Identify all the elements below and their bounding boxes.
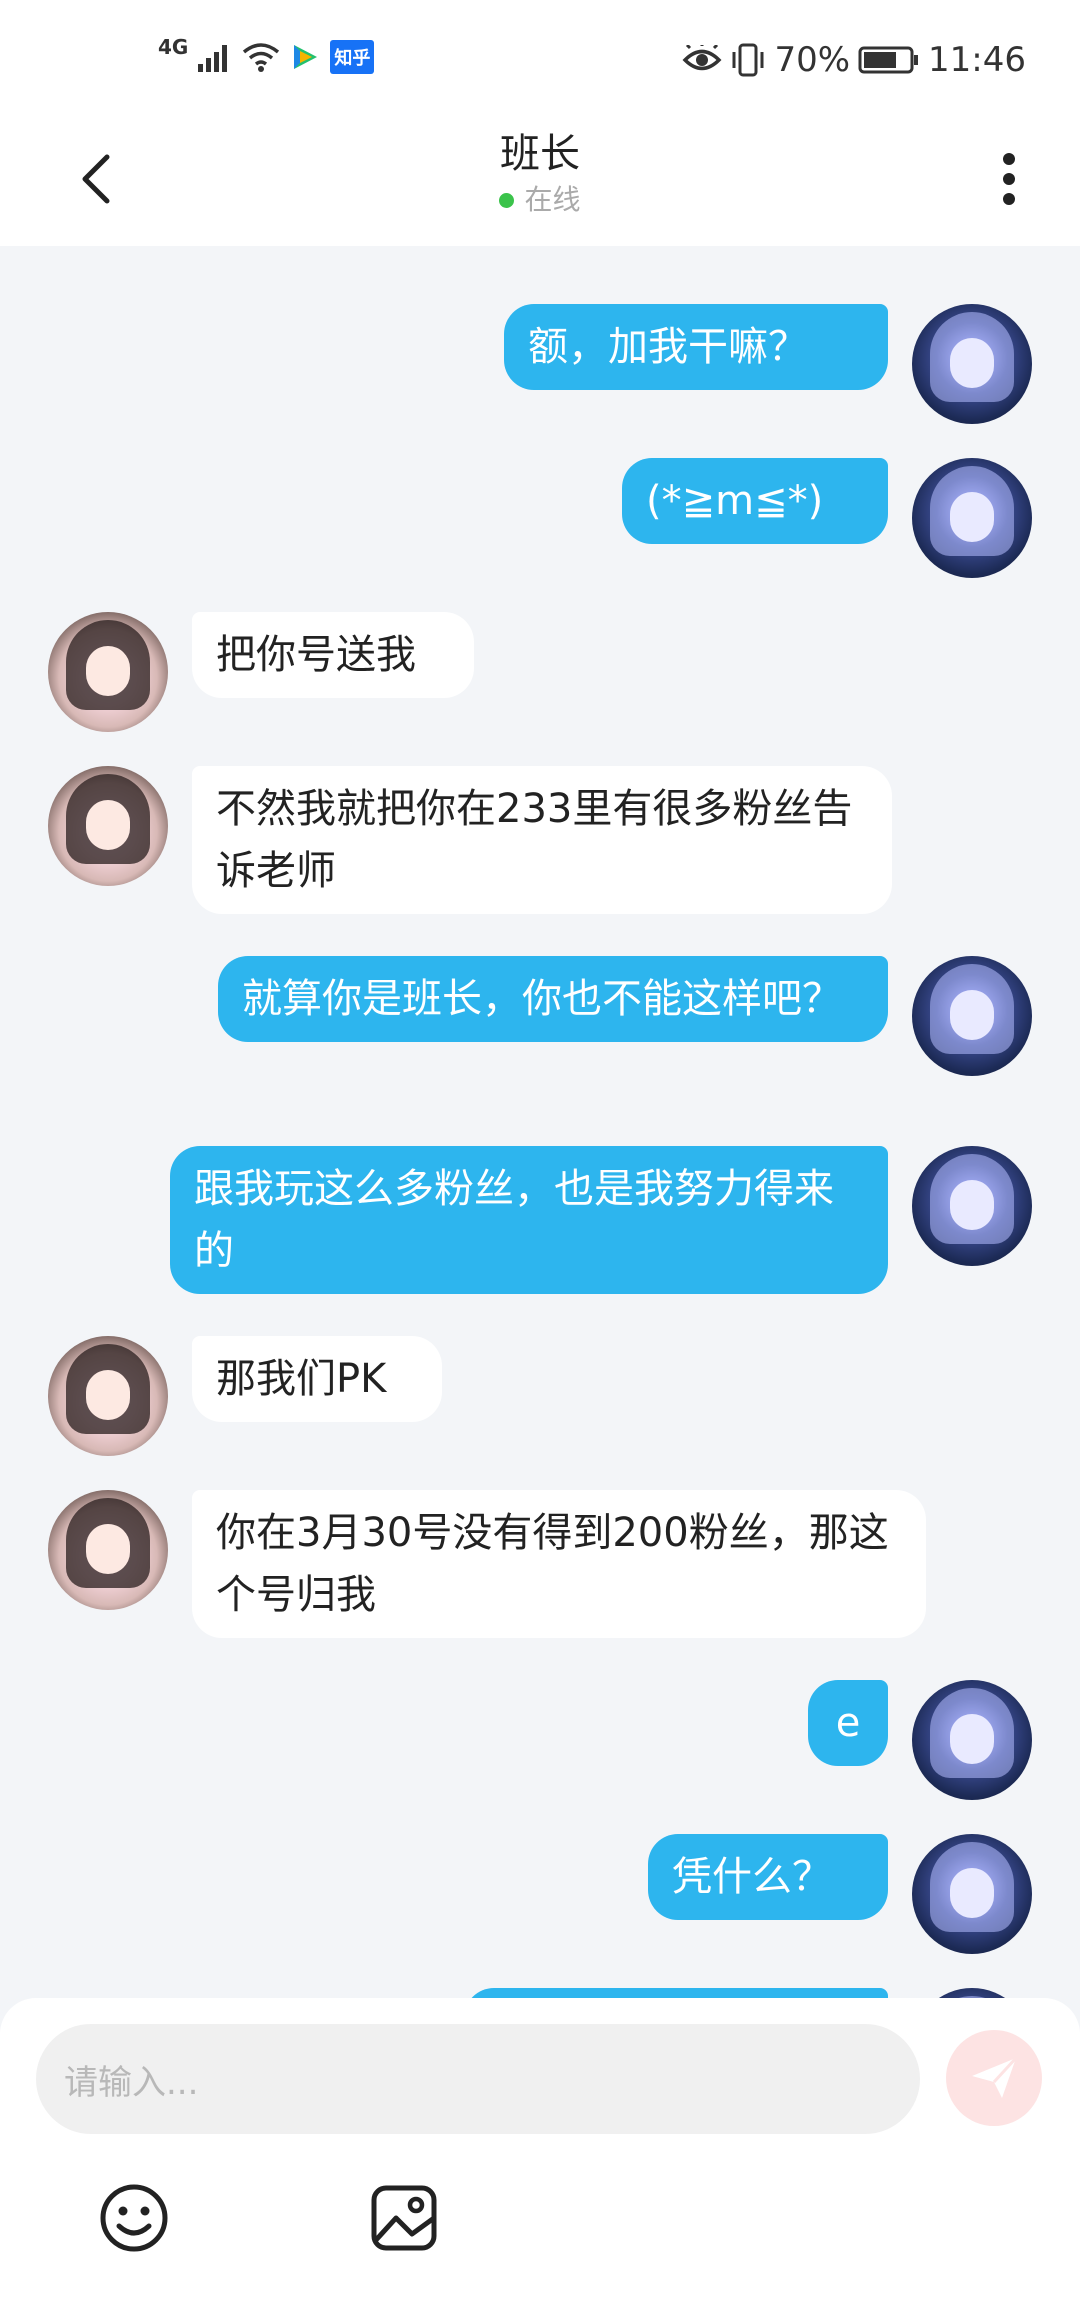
emoji-button[interactable] (94, 2178, 174, 2258)
online-dot-icon (499, 192, 515, 208)
my-avatar[interactable] (912, 458, 1032, 578)
my-message-bubble[interactable]: (*≧m≦*) (622, 458, 888, 544)
eye-comfort-icon (682, 45, 722, 71)
status-bar: 4G 知乎 70% 11:46 (0, 0, 1080, 120)
more-options-button[interactable] (974, 144, 1044, 214)
message-list[interactable]: 额，加我干嘛？ (*≧m≦*) 把你号送我 不然我就把你在233里有很多粉丝告诉… (0, 246, 1080, 2006)
composer-panel: 请输入... (0, 1998, 1080, 2310)
signal-icon (198, 45, 228, 72)
message-input-placeholder: 请输入... (64, 2062, 199, 2103)
contact-avatar[interactable] (48, 766, 168, 886)
my-avatar[interactable] (912, 1680, 1032, 1800)
online-status-label: 在线 (524, 183, 581, 216)
more-vertical-icon (1003, 153, 1015, 205)
message-input[interactable]: 请输入... (36, 2024, 920, 2134)
my-message-bubble[interactable]: 额，加我干嘛？ (504, 304, 888, 390)
my-avatar[interactable] (912, 304, 1032, 424)
contact-avatar[interactable] (48, 1490, 168, 1610)
my-avatar[interactable] (912, 1146, 1032, 1266)
vibrate-icon (732, 43, 764, 77)
my-avatar[interactable] (912, 1834, 1032, 1954)
send-icon (972, 2056, 1018, 2098)
their-message-bubble[interactable]: 不然我就把你在233里有很多粉丝告诉老师 (192, 766, 892, 914)
wifi-icon (243, 43, 280, 72)
status-left: 4G 知乎 (158, 35, 375, 74)
online-status: 在线 (0, 182, 1080, 218)
my-message-bubble[interactable]: 凭什么？ (648, 1834, 888, 1920)
their-message-bubble[interactable]: 那我们PK (192, 1336, 442, 1422)
send-button[interactable] (946, 2030, 1042, 2126)
their-message-bubble[interactable]: 你在3月30号没有得到200粉丝，那这个号归我 (192, 1490, 926, 1638)
contact-avatar[interactable] (48, 612, 168, 732)
my-avatar[interactable] (912, 956, 1032, 1076)
network-type-label: 4G (158, 35, 189, 59)
their-message-bubble[interactable]: 把你号送我 (192, 612, 474, 698)
clock: 11:46 (928, 40, 1026, 80)
battery-percent: 70% (774, 40, 851, 80)
contact-avatar[interactable] (48, 1336, 168, 1456)
chat-title-block: 班长 在线 (0, 126, 1080, 218)
my-message-bubble[interactable]: 就算你是班长，你也不能这样吧？ (218, 956, 888, 1042)
battery-icon (858, 46, 919, 74)
emoji-icon (100, 2184, 168, 2252)
image-button[interactable] (364, 2178, 444, 2258)
my-message-bubble[interactable]: 跟我玩这么多粉丝，也是我努力得来的 (170, 1146, 888, 1294)
status-right: 70% 11:46 (682, 40, 1026, 80)
image-icon (371, 2185, 437, 2251)
contact-name: 班长 (500, 131, 580, 177)
my-message-bubble[interactable]: e (808, 1680, 888, 1766)
chat-header: 班长 在线 (0, 120, 1080, 246)
zhihu-app-icon: 知乎 (330, 40, 375, 74)
video-app-icon (294, 45, 318, 69)
my-message-text: 凭什么？ (672, 1854, 832, 1900)
